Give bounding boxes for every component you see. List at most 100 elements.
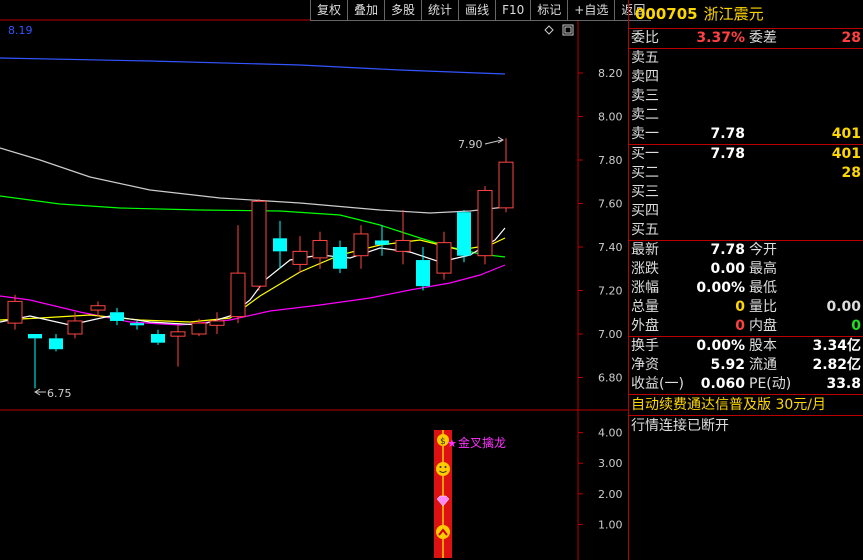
candle[interactable] — [28, 334, 42, 389]
candle[interactable] — [333, 240, 347, 274]
order-price: 7.78 — [710, 126, 745, 142]
order-volume: 28 — [841, 165, 861, 181]
candle[interactable] — [498, 138, 514, 213]
order-label: 卖五 — [631, 50, 659, 66]
toolbar-button-3[interactable]: 统计 — [421, 0, 459, 21]
candle[interactable] — [49, 334, 63, 352]
candle[interactable] — [395, 210, 411, 265]
order-label: 买四 — [631, 203, 659, 219]
toolbar-button-5[interactable]: F10 — [495, 0, 531, 21]
candle[interactable] — [170, 325, 186, 367]
kline-chart[interactable]: 8.19 8.20 8.00 7.80 7.60 7.40 7.20 7.00 6.80 7.… — [0, 0, 628, 560]
buy-row: 买五 — [629, 221, 863, 240]
toolbar-button-6[interactable]: 标记 — [530, 0, 568, 21]
candle[interactable] — [457, 210, 471, 263]
low-marker: 6.75 — [34, 387, 72, 400]
candle[interactable] — [375, 225, 389, 256]
candle[interactable] — [477, 186, 493, 265]
signal-text: 金叉擒龙 — [458, 435, 506, 450]
order-label: 买三 — [631, 184, 659, 200]
price-tick: 7.20 — [598, 285, 623, 298]
sell-orders: 卖五 卖四 卖三 卖二 卖一 7.78 401 — [629, 49, 863, 144]
candle[interactable] — [209, 312, 225, 334]
sell-row: 卖四 — [629, 68, 863, 87]
stat-label: 收益(一) — [631, 376, 684, 392]
candle[interactable] — [353, 225, 369, 269]
quote1-row: 最新 7.78 今开 — [629, 241, 863, 260]
price-tick: 8.20 — [598, 67, 623, 80]
price-tick: 8.00 — [598, 111, 623, 124]
buy-row: 买四 — [629, 202, 863, 221]
quote-stats: 最新 7.78 今开 涨跌 0.00 最高 涨幅 0.00% 最低 总量 0 量比 0.00 外盘 0 内盘 0 — [629, 241, 863, 336]
toolbar-button-7[interactable]: +自选 — [567, 0, 615, 21]
candle[interactable] — [416, 247, 430, 291]
fundamental-stats: 换手 0.00% 股本 3.34亿 净资 5.92 流通 2.82亿 收益(一) 0.060 PE(… — [629, 337, 863, 394]
stat-value: 3.34亿 — [812, 338, 861, 354]
indicator-tick: 2.00 — [598, 488, 623, 501]
diamond-icon[interactable] — [544, 25, 554, 35]
stat-value: 0 — [735, 299, 745, 315]
candle[interactable] — [230, 225, 246, 324]
sell-row: 卖五 — [629, 49, 863, 68]
stat-value: 0.00 — [826, 299, 861, 315]
toolbar-button-0[interactable]: 复权 — [310, 0, 348, 21]
price-tick: 7.80 — [598, 154, 623, 167]
order-label: 买一 — [631, 146, 659, 162]
candle[interactable] — [251, 199, 267, 291]
ma-value-label: 8.19 — [8, 24, 33, 37]
stat-label: 量比 — [749, 299, 777, 315]
candle[interactable] — [292, 236, 308, 274]
buy-row: 买三 — [629, 183, 863, 202]
order-volume: 401 — [831, 146, 861, 162]
ad-price: 30元/月 — [775, 397, 826, 413]
order-label: 卖二 — [631, 107, 659, 123]
toolbar-button-4[interactable]: 画线 — [458, 0, 496, 21]
stat-label: 股本 — [749, 338, 777, 354]
stat-value: 5.92 — [710, 357, 745, 373]
stat-value: 0.00 — [710, 261, 745, 277]
stock-name: 浙江震元 — [703, 5, 764, 23]
price-tick: 7.60 — [598, 198, 623, 211]
stat-label: 换手 — [631, 338, 659, 354]
order-label: 买二 — [631, 165, 659, 181]
star-icon: ★ — [447, 437, 457, 450]
price-tick: 7.40 — [598, 241, 623, 254]
window-icon[interactable] — [562, 24, 574, 36]
price-tick: 7.00 — [598, 328, 623, 341]
sell-row: 卖二 — [629, 106, 863, 125]
stat-value: 2.82亿 — [812, 357, 861, 373]
stat-label: 净资 — [631, 357, 659, 373]
quote1-row: 涨跌 0.00 最高 — [629, 260, 863, 279]
toolbar-button-1[interactable]: 叠加 — [347, 0, 385, 21]
order-label: 卖四 — [631, 69, 659, 85]
quote2-row: 净资 5.92 流通 2.82亿 — [629, 356, 863, 375]
order-label: 买五 — [631, 222, 659, 238]
stat-label: 最高 — [749, 261, 777, 277]
stat-value: 33.8 — [826, 376, 861, 392]
stock-header[interactable]: 000705 浙江震元 — [629, 0, 863, 28]
ma120-line — [0, 57, 506, 75]
smiley-icon — [436, 462, 450, 476]
high-price-label: 7.90 — [458, 138, 483, 151]
weicha-value: 28 — [841, 30, 861, 46]
indicator-tick: 3.00 — [598, 457, 623, 470]
stat-value: 0.060 — [700, 376, 745, 392]
candle[interactable] — [110, 307, 124, 326]
buy-orders: 买一 7.78 401 买二 28 买三 买四 买五 — [629, 145, 863, 240]
candle[interactable] — [7, 294, 23, 330]
stat-value: 0 — [851, 318, 861, 334]
order-label: 卖一 — [631, 126, 659, 142]
toolbar-button-2[interactable]: 多股 — [384, 0, 422, 21]
candle[interactable] — [436, 231, 452, 280]
candle[interactable] — [312, 231, 328, 269]
quote-panel: 000705 浙江震元 委比 3.37% 委差 28 卖五 卖四 卖三 卖二 卖一 7.78… — [629, 0, 863, 560]
ad-banner[interactable]: 自动续费通达信普及版 30元/月 — [629, 395, 863, 415]
stat-value: 0 — [735, 318, 745, 334]
candle[interactable] — [151, 329, 165, 345]
candle[interactable] — [273, 220, 287, 269]
ad-text: 自动续费通达信普及版 — [631, 397, 771, 413]
stat-label: 最新 — [631, 242, 659, 258]
order-label: 卖三 — [631, 88, 659, 104]
stat-label: 涨跌 — [631, 261, 659, 277]
stat-label: 今开 — [749, 242, 777, 258]
